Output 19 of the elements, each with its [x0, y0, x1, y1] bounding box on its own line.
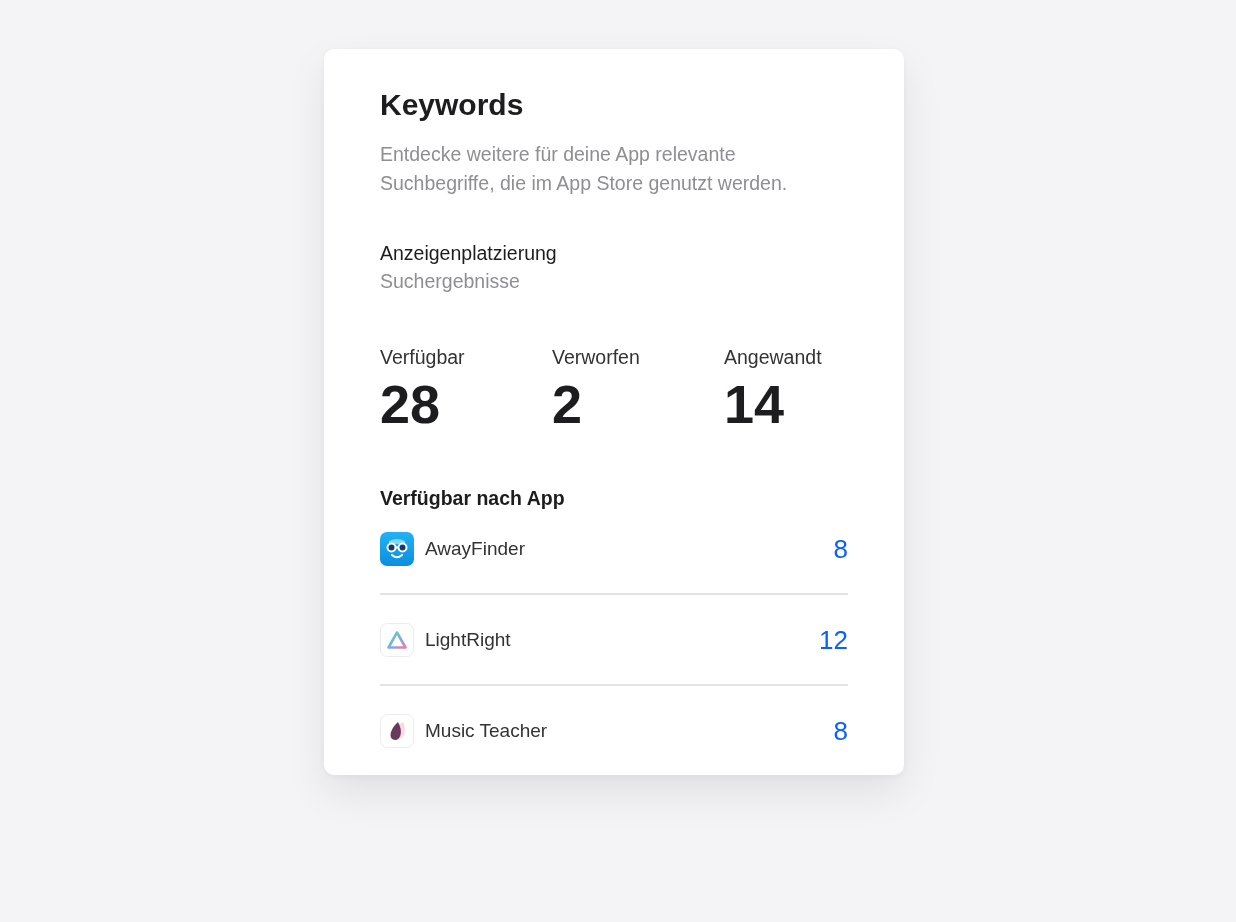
app-name: AwayFinder	[425, 537, 525, 561]
stat-value: 28	[380, 378, 441, 430]
keyword-count: 8	[833, 534, 848, 564]
card-description: Entdecke weitere für deine App relevante Suchbegriffe, die im App Store genutzt werden.	[380, 142, 789, 196]
placement-label: Anzeigenplatzierung	[380, 241, 557, 266]
placement-value: Suchergebnisse	[380, 269, 520, 294]
stat-label: Verworfen	[552, 345, 640, 369]
card-title: Keywords	[380, 88, 525, 122]
keyword-count: 8	[833, 716, 848, 746]
goggle-face-icon	[380, 532, 414, 566]
app-name: Music Teacher	[425, 719, 548, 743]
section-heading: Verfügbar nach App	[380, 486, 566, 510]
stat-label: Verfügbar	[380, 345, 465, 369]
keyword-count: 12	[819, 625, 848, 655]
stat-value: 14	[724, 378, 785, 430]
stat-value: 2	[552, 378, 583, 430]
drop-icon	[380, 714, 414, 748]
stat-label: Angewandt	[724, 345, 822, 369]
app-name: LightRight	[425, 628, 511, 652]
